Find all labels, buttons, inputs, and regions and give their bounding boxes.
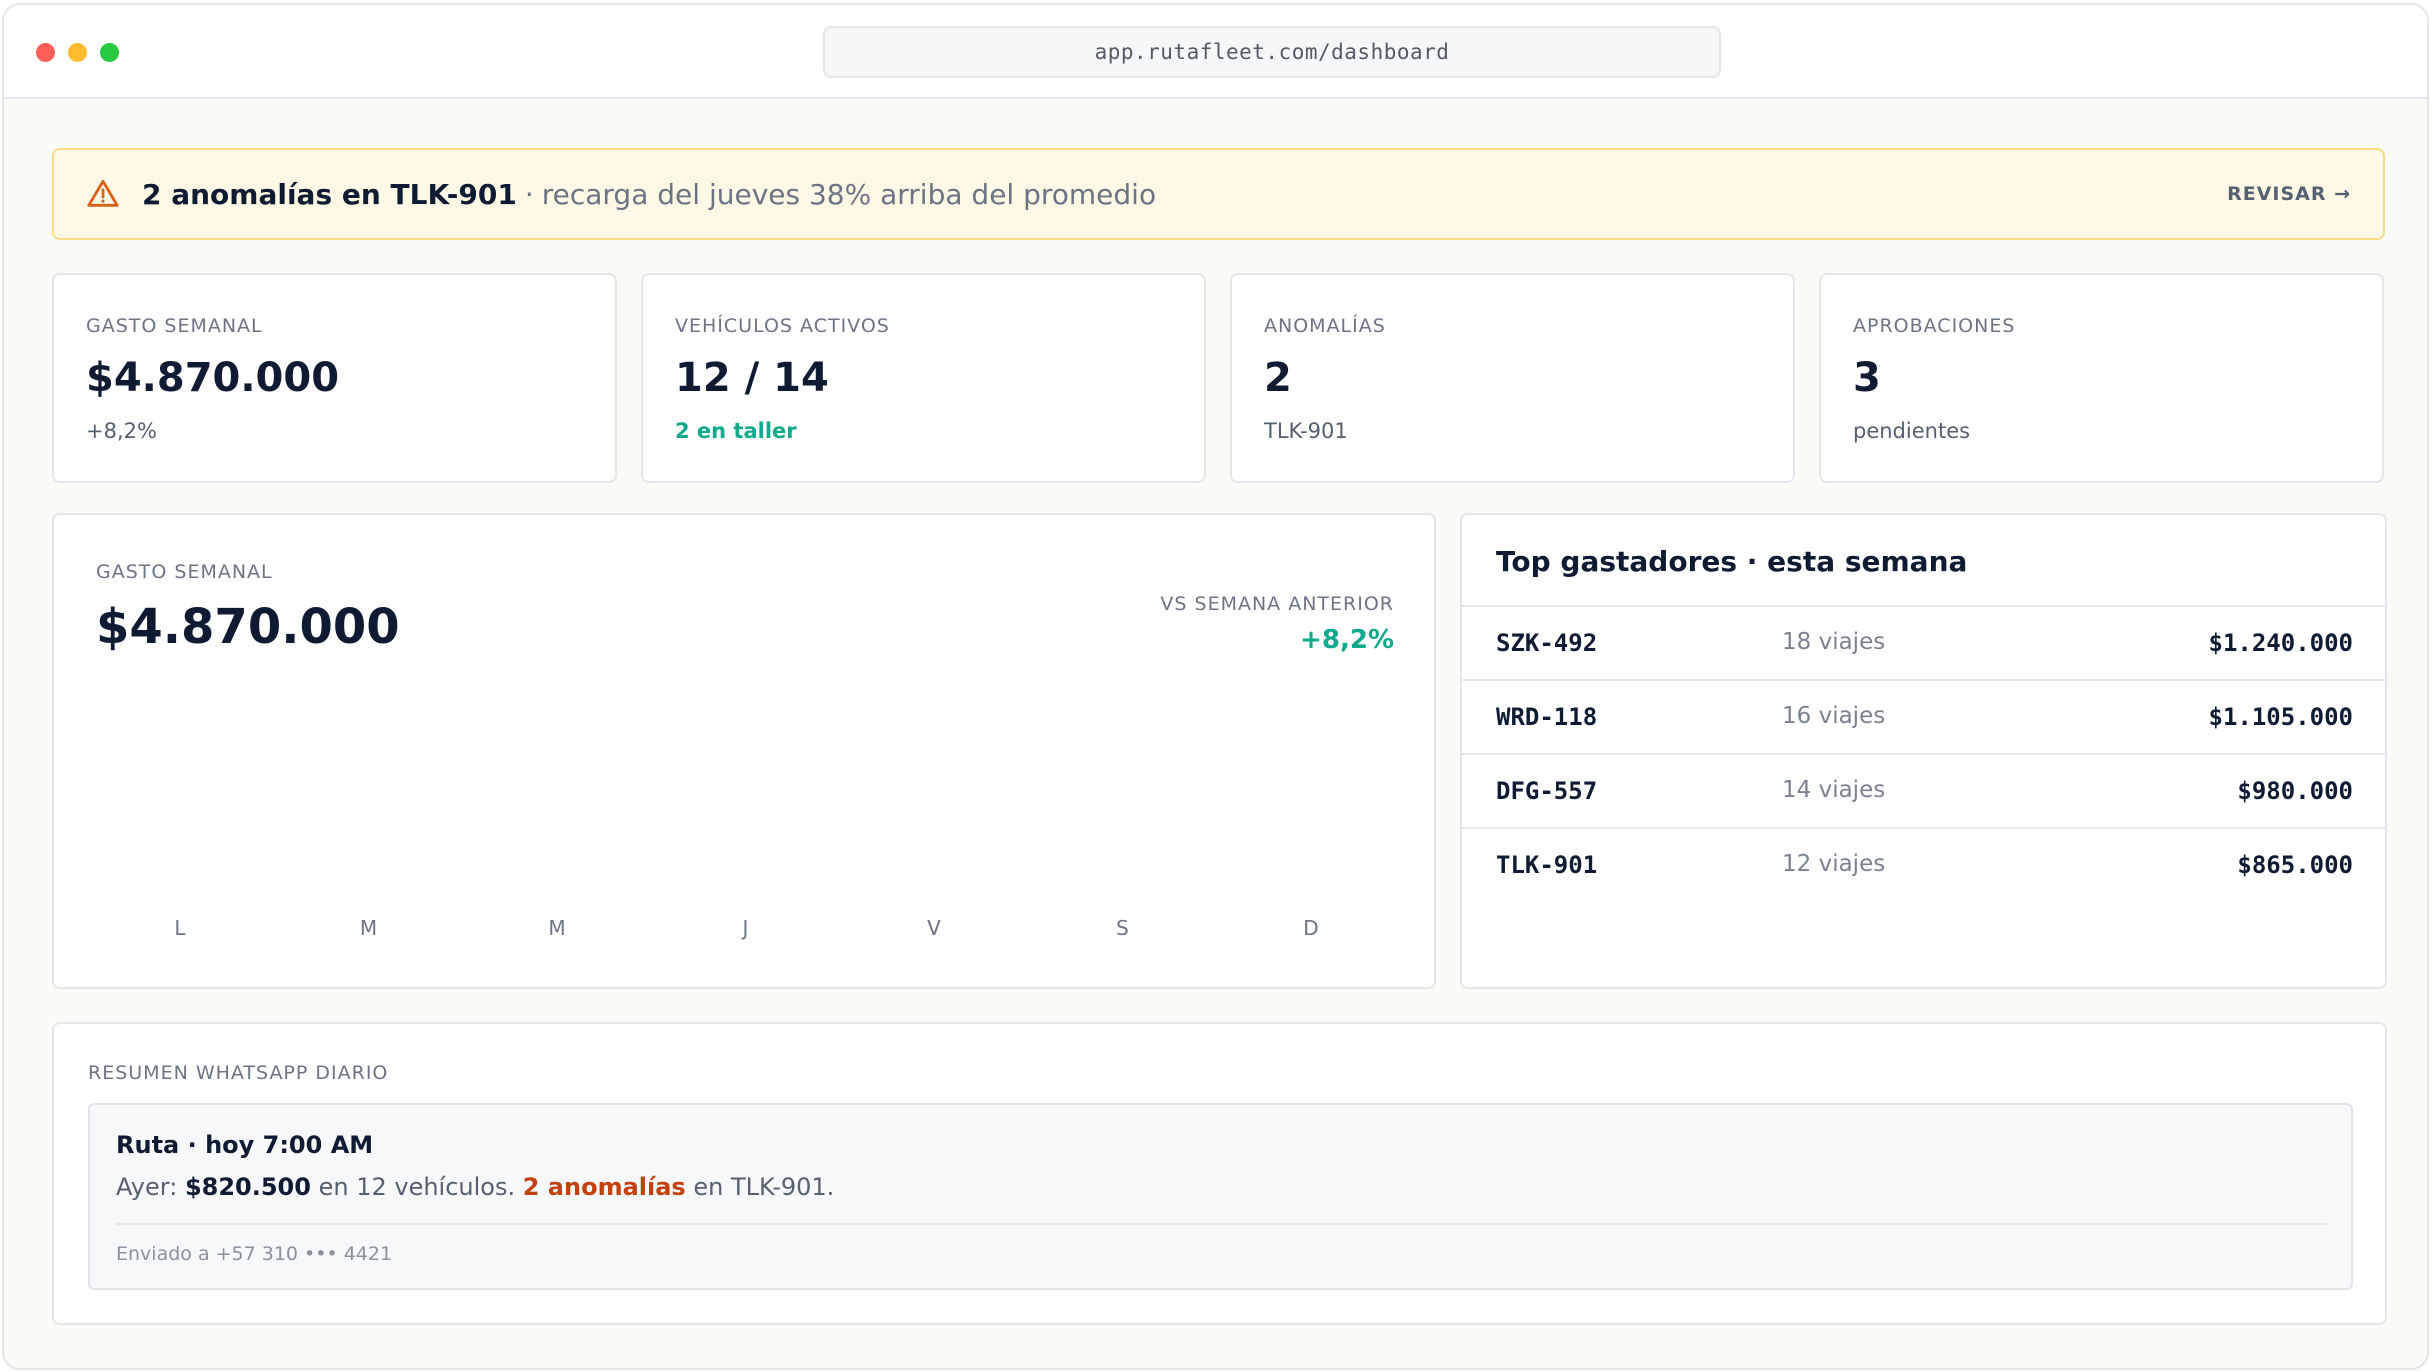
spend-amount: $1.240.000: [2208, 629, 2354, 657]
chart-label: GASTO SEMANAL: [96, 561, 273, 583]
maximize-window-button[interactable]: [100, 43, 119, 62]
message-amount: $820.500: [184, 1173, 311, 1201]
chart-value: $4.870.000: [96, 599, 400, 655]
spend-amount: $980.000: [2237, 777, 2353, 805]
spend-amount: $1.105.000: [2208, 703, 2354, 731]
stat-sub: +8,2%: [86, 419, 157, 443]
top-spenders-card: Top gastadores · esta semana SZK-492 18 …: [1460, 513, 2387, 989]
message-suffix: en TLK-901.: [693, 1173, 835, 1201]
stat-sub: TLK-901: [1264, 419, 1348, 443]
address-bar[interactable]: app.rutafleet.com/dashboard: [823, 26, 1721, 78]
whatsapp-summary-card: RESUMEN WHATSAPP DIARIO Ruta · hoy 7:00 …: [52, 1022, 2387, 1325]
stat-card-weekly-spend: GASTO SEMANAL $4.870.000 +8,2%: [52, 273, 617, 483]
list-item[interactable]: WRD-118 16 viajes $1.105.000: [1462, 679, 2385, 753]
x-tick-label: M: [548, 916, 565, 940]
x-tick-label: D: [1303, 916, 1318, 940]
weekly-spend-chart: LMMJVSD: [174, 916, 1318, 940]
stat-label: ANOMALÍAS: [1264, 315, 1386, 337]
vehicle-plate: TLK-901: [1496, 851, 1598, 879]
x-tick-label: V: [927, 916, 941, 940]
alert-description: recarga del jueves 38% arriba del promed…: [541, 177, 1157, 211]
top-spenders-title: Top gastadores · esta semana: [1496, 545, 1968, 578]
vehicle-plate: WRD-118: [1496, 703, 1598, 731]
x-tick-label: S: [1116, 916, 1129, 940]
compare-value: +8,2%: [1300, 625, 1394, 655]
message-title: Ruta · hoy 7:00 AM: [116, 1131, 374, 1159]
browser-window: app.rutafleet.com/dashboard 2 anomalías …: [2, 3, 2429, 1370]
message-anomalies: 2 anomalías: [522, 1173, 686, 1201]
trip-count: 18 viajes: [1782, 629, 1886, 655]
stat-card-approvals: APROBACIONES 3 pendientes: [1819, 273, 2384, 483]
sent-to-text: Enviado a +57 310 ••• 4421: [116, 1243, 393, 1265]
close-window-button[interactable]: [36, 43, 55, 62]
x-tick-label: M: [360, 916, 377, 940]
trip-count: 12 viajes: [1782, 851, 1886, 877]
anomaly-alert-banner: 2 anomalías en TLK-901 · recarga del jue…: [52, 148, 2385, 240]
message-body: Ayer: $820.500 en 12 vehículos. 2 anomal…: [116, 1173, 834, 1201]
browser-titlebar: app.rutafleet.com/dashboard: [4, 5, 2427, 99]
vehicle-plate: SZK-492: [1496, 629, 1598, 657]
stat-value: 3: [1853, 355, 1881, 401]
warning-triangle-icon: [87, 179, 119, 207]
trip-count: 16 viajes: [1782, 703, 1886, 729]
whatsapp-message-preview: Ruta · hoy 7:00 AM Ayer: $820.500 en 12 …: [88, 1103, 2353, 1290]
compare-label: VS SEMANA ANTERIOR: [1160, 593, 1394, 615]
message-mid: en 12 vehículos.: [318, 1173, 516, 1201]
whatsapp-summary-label: RESUMEN WHATSAPP DIARIO: [88, 1062, 389, 1084]
spend-amount: $865.000: [2237, 851, 2353, 879]
stat-label: APROBACIONES: [1853, 315, 2016, 337]
list-item[interactable]: TLK-901 12 viajes $865.000: [1462, 827, 2385, 901]
stat-sub: pendientes: [1853, 419, 1971, 443]
message-prefix: Ayer:: [116, 1173, 178, 1201]
stat-value: 2: [1264, 355, 1292, 401]
list-item[interactable]: SZK-492 18 viajes $1.240.000: [1462, 605, 2385, 679]
review-button[interactable]: REVISAR →: [2227, 183, 2351, 205]
alert-separator: ·: [524, 177, 534, 211]
trip-count: 14 viajes: [1782, 777, 1886, 803]
x-tick-label: L: [174, 916, 186, 940]
weekly-spend-chart-card: L M M J V S D GASTO SEMANAL $4.870.000 VS SEMA…: [52, 513, 1436, 989]
minimize-window-button[interactable]: [68, 43, 87, 62]
top-spenders-list: SZK-492 18 viajes $1.240.000 WRD-118 16 …: [1462, 605, 2385, 901]
divider: [116, 1223, 2327, 1225]
stat-card-anomalies: ANOMALÍAS 2 TLK-901: [1230, 273, 1795, 483]
stat-value: $4.870.000: [86, 355, 340, 401]
stat-value: 12 / 14: [675, 355, 829, 401]
stat-label: GASTO SEMANAL: [86, 315, 263, 337]
alert-title: 2 anomalías en TLK-901: [142, 177, 517, 211]
stat-sub: 2 en taller: [675, 419, 797, 443]
stat-label: VEHÍCULOS ACTIVOS: [675, 315, 890, 337]
x-tick-label: J: [741, 916, 749, 940]
list-item[interactable]: DFG-557 14 viajes $980.000: [1462, 753, 2385, 827]
stat-card-active-vehicles: VEHÍCULOS ACTIVOS 12 / 14 2 en taller: [641, 273, 1206, 483]
vehicle-plate: DFG-557: [1496, 777, 1598, 805]
